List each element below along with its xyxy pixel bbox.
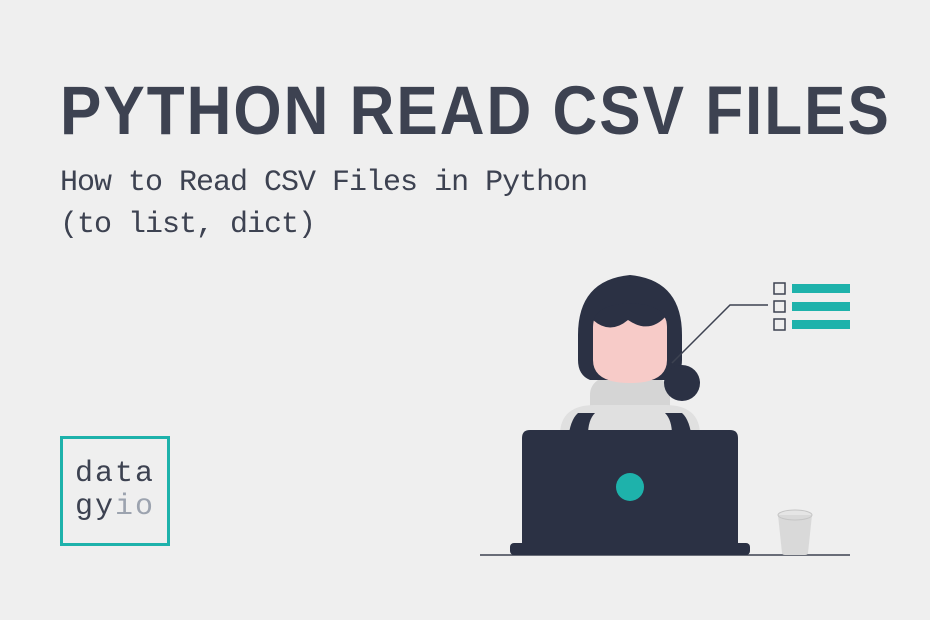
logo-text-line-2: gyio: [75, 491, 167, 524]
page-title: PYTHON READ CSV FILES: [60, 72, 891, 150]
subtitle-line-2: (to list, dict): [60, 204, 587, 246]
list-icon: [774, 283, 850, 330]
person-face: [593, 303, 667, 383]
laptop-logo-icon: [616, 473, 644, 501]
callout-line: [672, 305, 768, 363]
logo-text-line-1: data: [75, 458, 167, 491]
laptop-icon: [510, 430, 750, 555]
page-subtitle: How to Read CSV Files in Python (to list…: [60, 162, 587, 246]
brand-logo: data gyio: [60, 436, 170, 546]
cup-icon: [778, 510, 812, 555]
subtitle-line-1: How to Read CSV Files in Python: [60, 162, 587, 204]
person-laptop-illustration: [450, 265, 870, 575]
